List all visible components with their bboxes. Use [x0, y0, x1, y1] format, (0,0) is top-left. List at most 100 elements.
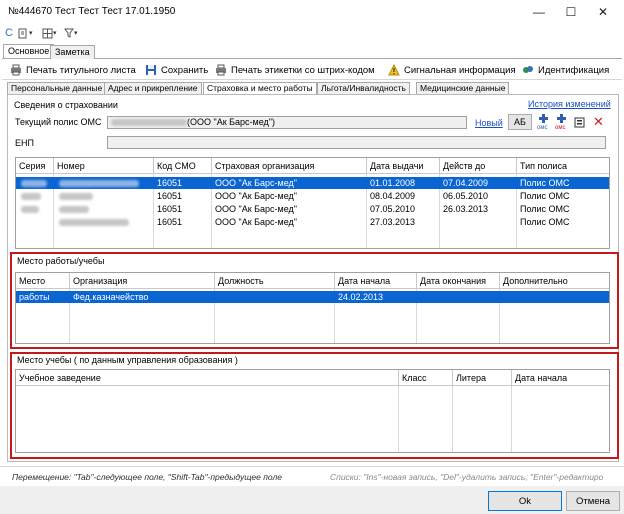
table-cell[interactable]: ООО "Ак Барс-мед"	[212, 216, 300, 228]
quick-access-bar: C ▾ ▾ ▾	[0, 26, 624, 42]
table-cell[interactable]: работы	[16, 291, 53, 303]
table-cell[interactable]: Полис ОМС	[517, 190, 573, 202]
identification-label: Идентификация	[538, 64, 610, 76]
col-position[interactable]: Должность	[215, 273, 335, 289]
table-cell[interactable]: 16051	[154, 190, 185, 202]
insurance-section-title: Сведения о страховании	[14, 100, 118, 110]
table-cell[interactable]: 08.04.2009	[367, 190, 418, 202]
print-title-label: Печать титульного листа	[26, 64, 136, 76]
ab-button[interactable]: АБ	[508, 114, 532, 130]
table-cell[interactable]	[417, 291, 423, 303]
grid-icon	[42, 28, 53, 38]
table-cell[interactable]: 16051	[154, 203, 185, 215]
insurance-table: Серия Номер Код СМО Страховая организаци…	[15, 157, 610, 249]
print-labels-button[interactable]: Печать этикетки со штрих-кодом	[215, 63, 375, 77]
table-cell[interactable]	[18, 203, 42, 215]
col-place[interactable]: Место	[16, 273, 70, 289]
grid-menu-icon[interactable]: ▾	[42, 26, 57, 40]
print-title-button[interactable]: Печать титульного листа	[10, 63, 136, 77]
col-smo-code[interactable]: Код СМО	[154, 158, 212, 174]
table-cell[interactable]: 26.03.2013	[440, 203, 491, 215]
document-icon	[18, 28, 27, 38]
col-insurer[interactable]: Страховая организация	[212, 158, 367, 174]
work-table: Место Организация Должность Дата начала …	[15, 272, 610, 344]
table-cell[interactable]: Фед.казначейство	[70, 291, 151, 303]
save-button[interactable]: Сохранить	[145, 63, 208, 77]
table-cell[interactable]: 27.03.2013	[367, 216, 418, 228]
tab-main[interactable]: Основное	[3, 44, 55, 58]
table-cell[interactable]	[56, 177, 151, 189]
col-number[interactable]: Номер	[54, 158, 154, 174]
window-title: №444670 Тест Тест Тест 17.01.1950	[8, 6, 176, 17]
maximize-button[interactable]: ☐	[556, 2, 586, 22]
edit-icon	[574, 117, 585, 128]
filter-icon	[64, 28, 74, 38]
tab-note[interactable]: Заметка	[50, 45, 95, 59]
table-cell[interactable]: Полис ОМС	[517, 177, 573, 189]
navigation-hint: Перемещение: "Tab"-следующее поле, "Shif…	[12, 472, 282, 482]
minimize-button[interactable]: —	[524, 2, 554, 22]
col-issue-date[interactable]: Дата выдачи	[367, 158, 440, 174]
table-cell[interactable]	[18, 177, 52, 189]
col-letter[interactable]: Литера	[453, 370, 512, 386]
table-cell[interactable]	[500, 291, 506, 303]
work-section-title: Место работы/учебы	[15, 256, 107, 266]
save-label: Сохранить	[161, 64, 209, 76]
table-cell[interactable]: 07.05.2010	[367, 203, 418, 215]
enp-field[interactable]	[107, 136, 606, 149]
table-cell[interactable]: 16051	[154, 177, 185, 189]
refresh-icon[interactable]: C	[5, 26, 13, 40]
table-cell[interactable]: 06.05.2010	[440, 190, 491, 202]
col-start-date[interactable]: Дата начала	[335, 273, 417, 289]
status-divider	[0, 466, 624, 467]
enp-label: ЕНП	[15, 138, 34, 148]
table-cell[interactable]: ООО "Ак Барс-мед"	[212, 177, 300, 189]
col-institution[interactable]: Учебное заведение	[16, 370, 399, 386]
cancel-button[interactable]: Отмена	[566, 491, 620, 511]
delete-icon[interactable]: ✕	[593, 115, 605, 128]
table-cell[interactable]: 01.01.2008	[367, 177, 418, 189]
add-omc-alt-button[interactable]: омс	[555, 114, 569, 131]
col-study-start[interactable]: Дата начала	[512, 370, 609, 386]
col-end-date[interactable]: Дата окончания	[417, 273, 500, 289]
col-series[interactable]: Серия	[16, 158, 54, 174]
table-cell[interactable]: 24.02.2013	[335, 291, 386, 303]
study-table: Учебное заведение Класс Литера Дата нача…	[15, 369, 610, 453]
table-cell[interactable]: ООО "Ак Барс-мед"	[212, 190, 300, 202]
edit-policy-button[interactable]	[574, 116, 586, 128]
identification-button[interactable]: Идентификация	[522, 63, 609, 77]
table-cell[interactable]: Полис ОМС	[517, 203, 573, 215]
col-policy-type[interactable]: Тип полиса	[517, 158, 609, 174]
ok-button[interactable]: Ok	[488, 491, 562, 511]
history-link[interactable]: История изменений	[528, 99, 611, 109]
table-cell[interactable]	[56, 216, 132, 228]
table-cell[interactable]: ООО "Ак Барс-мед"	[212, 203, 300, 215]
current-policy-field[interactable]: (ООО "Ак Барс-мед")	[107, 116, 467, 129]
add-omc-button[interactable]: омс	[537, 114, 551, 131]
new-policy-link[interactable]: Новый	[475, 118, 503, 128]
table-cell[interactable]: Полис ОМС	[517, 216, 573, 228]
col-valid-until[interactable]: Действ до	[440, 158, 517, 174]
signal-info-button[interactable]: Сигнальная информация	[388, 63, 516, 77]
barcode-printer-icon	[216, 64, 226, 76]
table-cell[interactable]	[56, 190, 96, 202]
filter-menu-icon[interactable]: ▾	[64, 26, 78, 40]
close-button[interactable]: ✕	[588, 2, 618, 22]
warning-icon	[388, 64, 400, 76]
col-class[interactable]: Класс	[399, 370, 453, 386]
identification-icon	[523, 66, 533, 73]
table-cell[interactable]	[56, 203, 92, 215]
table-cell[interactable]	[440, 216, 446, 228]
policy-number-redacted	[111, 119, 187, 127]
document-menu-icon[interactable]: ▾	[18, 26, 33, 40]
study-section-title: Место учебы ( по данным управления образ…	[15, 355, 240, 365]
table-cell[interactable]: 16051	[154, 216, 185, 228]
table-cell[interactable]: 07.04.2009	[440, 177, 491, 189]
list-hint: Списки: "Ins"-новая запись, "Del"-удалит…	[330, 472, 604, 482]
save-icon	[146, 65, 156, 75]
col-additional[interactable]: Дополнительно	[500, 273, 609, 289]
table-cell[interactable]	[215, 291, 221, 303]
main-tabs-line	[2, 58, 622, 59]
col-organization[interactable]: Организация	[70, 273, 215, 289]
table-cell[interactable]	[18, 190, 44, 202]
